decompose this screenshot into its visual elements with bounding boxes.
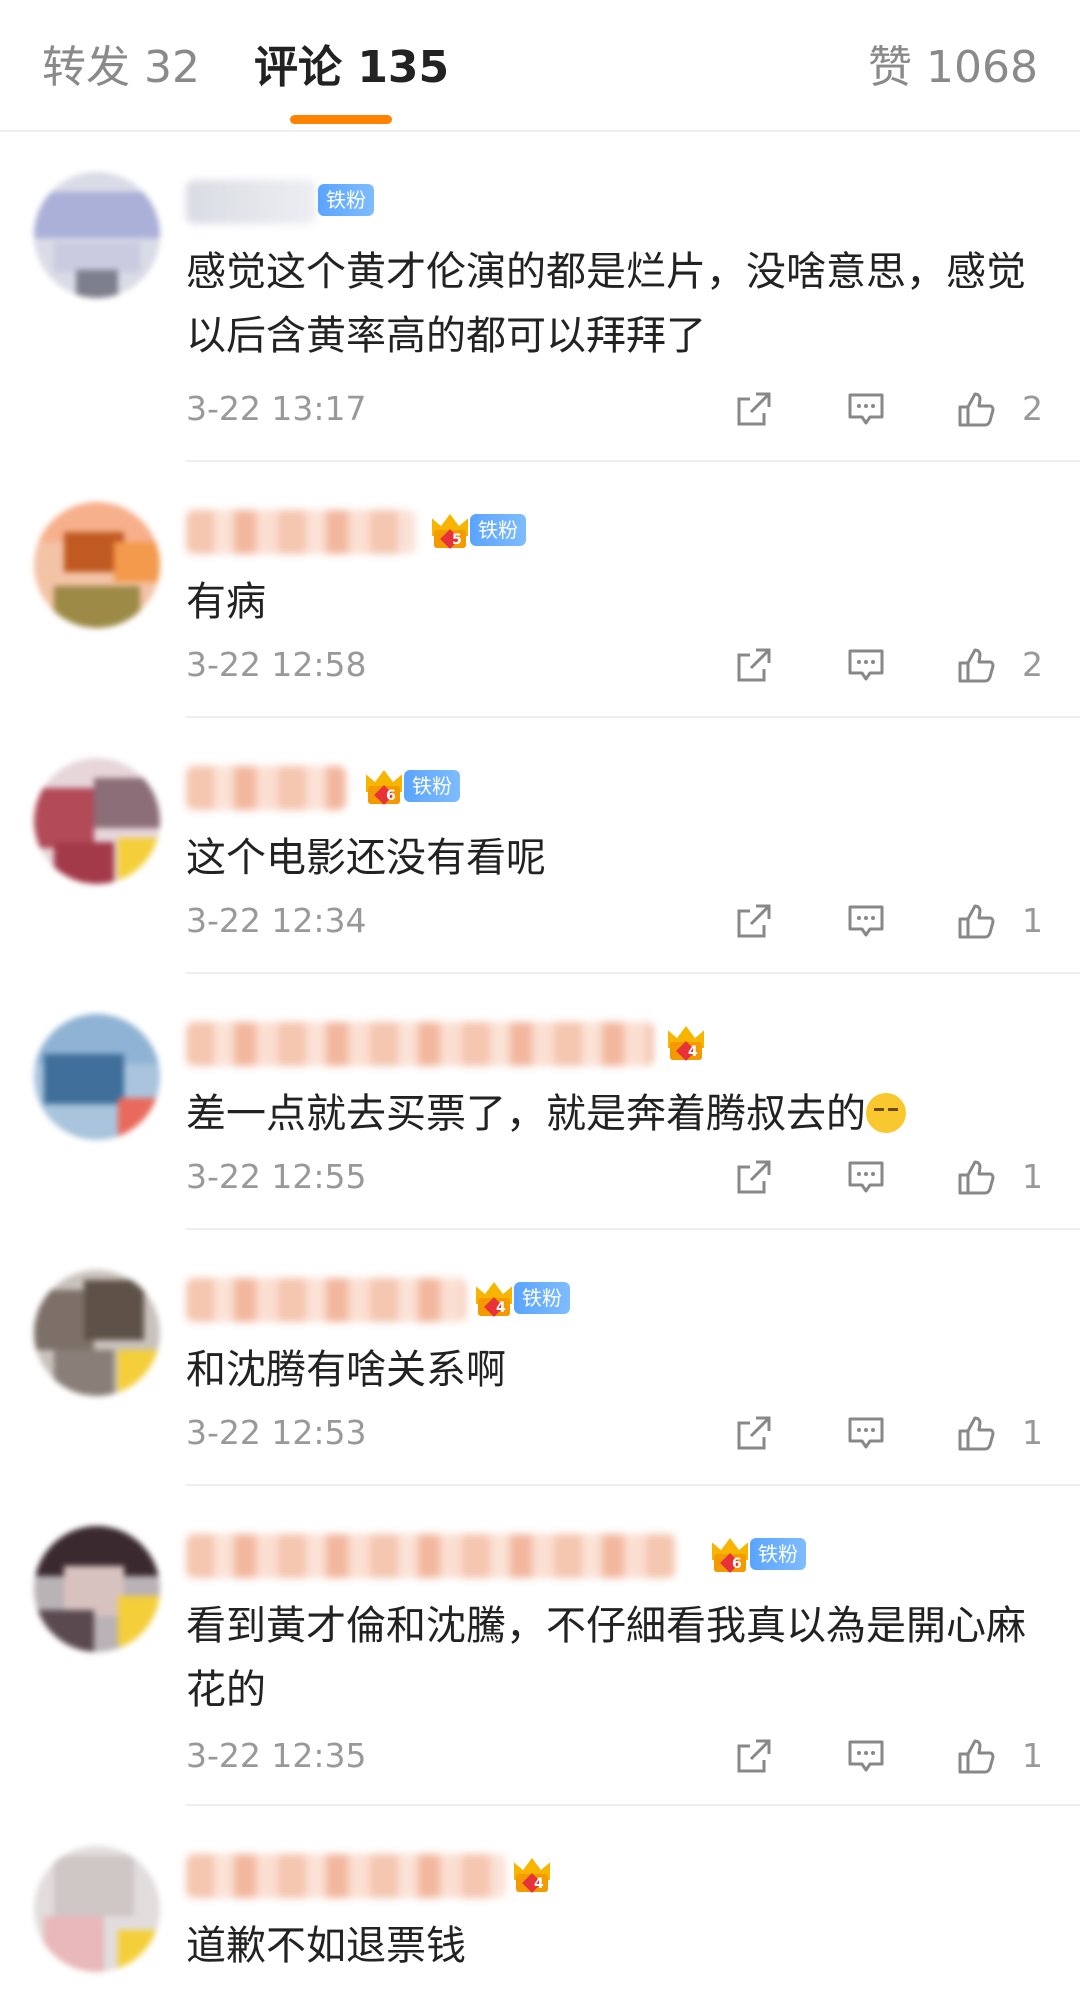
username[interactable]	[186, 1854, 506, 1898]
comment-tabs: 转发 32 评论 135 赞 1068	[0, 0, 1080, 132]
comment-list: 铁粉 感觉这个黄才伦演的都是烂片，没啥意思，感觉以后含黄率高的都可以拜拜了 3-…	[0, 132, 1080, 1991]
comment-meta: 3-22 12:53 1	[186, 1408, 1046, 1458]
share-icon[interactable]	[734, 1157, 774, 1197]
share-icon[interactable]	[734, 901, 774, 941]
comment-text: 看到黃才倫和沈騰，不仔細看我真以為是開心麻花的	[186, 1603, 1026, 1713]
comment-text: 差一点就去买票了，就是奔着腾叔去的	[186, 1082, 1046, 1146]
fan-badge: 铁粉	[750, 1538, 806, 1570]
crown-icon: 6	[364, 766, 404, 806]
comment-time: 3-22 12:34	[186, 901, 367, 940]
thumbs-up-icon[interactable]	[956, 389, 996, 429]
comment-text: 和沈腾有啥关系啊	[186, 1347, 506, 1393]
comment-meta: 3-22 13:17 2	[186, 384, 1046, 434]
comment-item: 4 差一点就去买票了，就是奔着腾叔去的 3-22 12:55 1	[0, 974, 1080, 1230]
fan-badge: 铁粉	[318, 184, 374, 216]
avatar[interactable]	[34, 1270, 160, 1396]
comment-time: 3-22 12:58	[186, 645, 367, 684]
username[interactable]	[186, 766, 346, 810]
like-count: 2	[1022, 389, 1043, 428]
like-count: 1	[1022, 1413, 1043, 1452]
like-count: 2	[1022, 645, 1043, 684]
comment-meta: 3-22 12:58 2	[186, 640, 1046, 690]
comment-time: 3-22 13:17	[186, 389, 367, 428]
comment-item: 4 道歉不如退票钱	[0, 1806, 1080, 1991]
comment-meta: 3-22 12:35 1	[186, 1731, 1046, 1781]
thumbs-up-icon[interactable]	[956, 1157, 996, 1197]
username[interactable]	[186, 1278, 466, 1322]
comment-icon[interactable]	[846, 389, 886, 429]
share-icon[interactable]	[734, 1413, 774, 1453]
active-tab-indicator	[290, 115, 392, 124]
crown-icon: 4	[512, 1854, 552, 1894]
comment-text: 道歉不如退票钱	[186, 1923, 466, 1969]
username[interactable]	[186, 1534, 676, 1578]
comment-icon[interactable]	[846, 1157, 886, 1197]
thumbs-up-icon[interactable]	[956, 1736, 996, 1776]
fan-badge: 铁粉	[470, 514, 526, 546]
user-badges: 4	[666, 1018, 706, 1066]
comment-icon[interactable]	[846, 901, 886, 941]
smirk-emoji-icon	[866, 1093, 906, 1133]
username[interactable]	[186, 180, 316, 224]
avatar[interactable]	[34, 502, 160, 628]
user-badges: 4	[512, 1850, 552, 1898]
like-count: 1	[1022, 901, 1043, 940]
comment-text: 有病	[186, 579, 266, 625]
thumbs-up-icon[interactable]	[956, 901, 996, 941]
tab-likes[interactable]: 赞 1068	[868, 38, 1038, 98]
like-count: 1	[1022, 1736, 1043, 1775]
user-badges: 5 铁粉	[430, 506, 526, 554]
crown-icon: 4	[474, 1278, 514, 1318]
crown-icon: 4	[666, 1022, 706, 1062]
share-icon[interactable]	[734, 1736, 774, 1776]
avatar[interactable]	[34, 758, 160, 884]
comment-meta: 3-22 12:55 1	[186, 1152, 1046, 1202]
user-badges: 铁粉	[318, 176, 374, 224]
comment-text: 感觉这个黄才伦演的都是烂片，没啥意思，感觉以后含黄率高的都可以拜拜了	[186, 249, 1026, 359]
comment-item: 6 铁粉 看到黃才倫和沈騰，不仔細看我真以為是開心麻花的 3-22 12:35 …	[0, 1486, 1080, 1806]
comment-icon[interactable]	[846, 1736, 886, 1776]
comment-text: 这个电影还没有看呢	[186, 835, 546, 881]
tab-comments[interactable]: 评论 135	[254, 38, 449, 98]
comment-meta: 3-22 12:34 1	[186, 896, 1046, 946]
fan-badge: 铁粉	[404, 770, 460, 802]
avatar[interactable]	[34, 1846, 160, 1972]
thumbs-up-icon[interactable]	[956, 1413, 996, 1453]
comment-time: 3-22 12:53	[186, 1413, 367, 1452]
comment-time: 3-22 12:35	[186, 1736, 367, 1775]
username[interactable]	[186, 510, 416, 554]
user-badges: 4 铁粉	[474, 1274, 570, 1322]
share-icon[interactable]	[734, 645, 774, 685]
comment-item: 铁粉 感觉这个黄才伦演的都是烂片，没啥意思，感觉以后含黄率高的都可以拜拜了 3-…	[0, 132, 1080, 462]
comment-time: 3-22 12:55	[186, 1157, 367, 1196]
thumbs-up-icon[interactable]	[956, 645, 996, 685]
like-count: 1	[1022, 1157, 1043, 1196]
comment-item: 4 铁粉 和沈腾有啥关系啊 3-22 12:53 1	[0, 1230, 1080, 1486]
crown-icon: 5	[430, 510, 470, 550]
user-badges: 6 铁粉	[364, 762, 460, 810]
comment-item: 5 铁粉 有病 3-22 12:58 2	[0, 462, 1080, 718]
share-icon[interactable]	[734, 389, 774, 429]
comment-item: 6 铁粉 这个电影还没有看呢 3-22 12:34 1	[0, 718, 1080, 974]
avatar[interactable]	[34, 1014, 160, 1140]
comment-icon[interactable]	[846, 645, 886, 685]
tab-reposts[interactable]: 转发 32	[42, 38, 200, 98]
fan-badge: 铁粉	[514, 1282, 570, 1314]
username[interactable]	[186, 1022, 654, 1066]
user-badges: 6 铁粉	[710, 1530, 806, 1578]
avatar[interactable]	[34, 172, 160, 298]
comment-icon[interactable]	[846, 1413, 886, 1453]
crown-icon: 6	[710, 1534, 750, 1574]
avatar[interactable]	[34, 1526, 160, 1652]
